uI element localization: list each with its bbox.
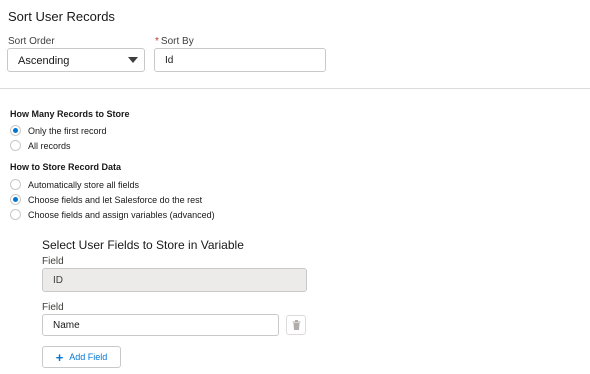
plus-icon: + [55, 349, 64, 365]
radio-button[interactable] [10, 140, 21, 151]
field-id-input: ID [42, 268, 307, 292]
radio-choose-fields-advanced[interactable]: Choose fields and assign variables (adva… [10, 209, 215, 220]
add-field-button[interactable]: + Add Field [42, 346, 121, 368]
radio-choose-fields-salesforce[interactable]: Choose fields and let Salesforce do the … [10, 194, 202, 205]
radio-all-records[interactable]: All records [10, 140, 71, 151]
sort-by-label-text: Sort By [160, 36, 194, 47]
required-marker: * [155, 36, 159, 47]
sort-order-label: Sort Order [8, 36, 55, 47]
radio-only-first-record[interactable]: Only the first record [10, 125, 107, 136]
sort-order-select[interactable]: Ascending [7, 48, 145, 72]
fields-section-title: Select User Fields to Store in Variable [42, 238, 244, 252]
sort-by-value: Id [165, 54, 174, 66]
radio-button[interactable] [10, 209, 21, 220]
records-group-title: How Many Records to Store [10, 109, 130, 119]
radio-button[interactable] [10, 125, 21, 136]
sort-by-input[interactable]: Id [154, 48, 326, 72]
storage-group-title: How to Store Record Data [10, 162, 122, 172]
section-divider [0, 88, 590, 89]
radio-label: Only the first record [28, 125, 107, 136]
section-title: Sort User Records [8, 9, 115, 24]
radio-auto-store-fields[interactable]: Automatically store all fields [10, 179, 139, 190]
sort-order-value: Ascending [18, 55, 70, 67]
radio-label: Choose fields and let Salesforce do the … [28, 194, 203, 205]
field-value: ID [53, 274, 63, 286]
chevron-down-icon [128, 57, 138, 63]
sort-by-label: * Sort By [155, 36, 194, 47]
delete-field-button[interactable] [286, 315, 306, 335]
radio-button[interactable] [10, 179, 21, 190]
radio-label: Choose fields and assign variables (adva… [28, 209, 215, 220]
trash-icon [292, 320, 300, 330]
radio-label: All records [28, 140, 71, 151]
radio-button[interactable] [10, 194, 21, 205]
field-value: Name [53, 319, 80, 331]
field-name-input[interactable]: Name [42, 314, 279, 336]
radio-label: Automatically store all fields [28, 179, 140, 190]
field-label: Field [42, 302, 64, 313]
field-label: Field [42, 256, 64, 267]
add-field-label: Add Field [69, 352, 108, 362]
